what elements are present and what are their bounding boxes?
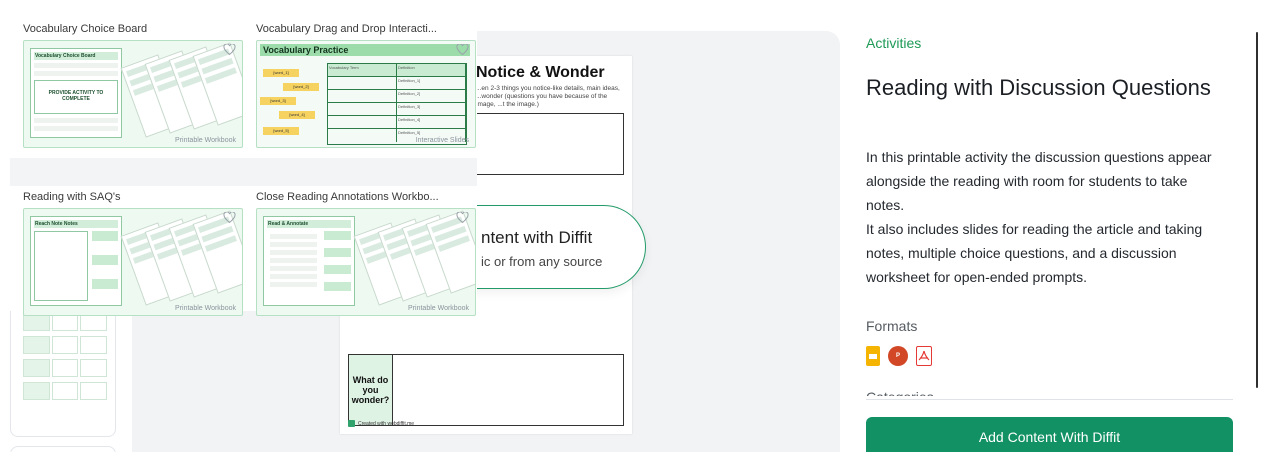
formats-label: Formats	[866, 318, 918, 334]
template-type: Printable Workbook	[175, 137, 236, 144]
table-header: Definition	[397, 64, 466, 76]
template-card[interactable]: Close Reading Annotations Workbo... Read…	[256, 190, 476, 316]
template-card[interactable]: Reading with SAQ's Reach Note Notes Prin…	[23, 190, 243, 316]
template-card[interactable]: Vocabulary Choice Board Vocabulary Choic…	[23, 22, 243, 148]
thumbnail-heading: Read & Annotate	[267, 220, 351, 228]
callout-title: ntent with Diffit	[481, 228, 593, 247]
table-cell: Definition_4]	[397, 116, 466, 128]
table-cell: Definition_1]	[397, 77, 466, 89]
template-card-title: Vocabulary Drag and Drop Interacti...	[256, 23, 437, 35]
word-chip: [word_5]	[263, 127, 299, 135]
template-card-title: Close Reading Annotations Workbo...	[256, 191, 439, 203]
heart-icon[interactable]	[456, 212, 469, 223]
categories-label: Categories	[866, 386, 1226, 396]
template-card-title: Reading with SAQ's	[23, 191, 121, 203]
template-thumbnail: Vocabulary Choice Board PROVIDE ACTIVITY…	[23, 40, 243, 148]
format-icons: P	[866, 346, 932, 366]
thumbnail-document: Reach Note Notes	[30, 216, 122, 306]
wonder-label: What do you wonder?	[349, 355, 393, 425]
word-chip: [word_2]	[283, 83, 319, 91]
template-thumbnail: Vocabulary Practice [word_1] [word_2] [w…	[256, 40, 476, 148]
description-paragraph: In this printable activity the discussio…	[866, 149, 1212, 213]
thumbnail-rail-item[interactable]	[10, 446, 116, 452]
thumbnail-heading: Reach Note Notes	[34, 220, 118, 228]
scrollbar[interactable]	[1256, 32, 1258, 388]
notice-box	[474, 113, 624, 175]
divider	[866, 399, 1233, 400]
table-cell: Definition_3]	[397, 103, 466, 115]
thumbnail-preview	[23, 313, 109, 405]
category-eyebrow: Activities	[866, 35, 922, 51]
thumbnail-table: Vocabulary Term Definition Definition_1] …	[327, 63, 467, 145]
heart-icon[interactable]	[223, 212, 236, 223]
thumbnail-document: Vocabulary Choice Board PROVIDE ACTIVITY…	[30, 48, 122, 138]
template-grid: Vocabulary Choice Board Vocabulary Choic…	[10, 10, 477, 316]
diffit-logo-icon	[348, 420, 355, 427]
word-chip: [word_3]	[260, 97, 296, 105]
activity-title: Reading with Discussion Questions	[866, 75, 1211, 100]
worksheet-footer: Created with webdiffit.me	[348, 420, 414, 427]
heart-icon[interactable]	[456, 44, 469, 55]
thumbnail-heading: Vocabulary Choice Board	[34, 52, 118, 60]
thumbnail-center-note: PROVIDE ACTIVITY TO COMPLETE	[34, 80, 118, 114]
word-chip: [word_4]	[279, 111, 315, 119]
worksheet-footer-text: Created with webdiffit.me	[358, 420, 415, 427]
activity-description: In this printable activity the discussio…	[866, 145, 1226, 289]
thumbnail-document: Read & Annotate	[263, 216, 355, 306]
wonder-box: What do you wonder?	[348, 354, 624, 426]
description-paragraph: It also includes slides for reading the …	[866, 221, 1203, 285]
add-content-button[interactable]: Add Content With Diffit	[866, 417, 1233, 452]
template-type: Interactive Slides	[415, 137, 469, 144]
template-type: Printable Workbook	[408, 305, 469, 312]
template-type: Printable Workbook	[175, 305, 236, 312]
template-card[interactable]: Vocabulary Drag and Drop Interacti... Vo…	[256, 22, 476, 148]
table-cell: Definition_2]	[397, 90, 466, 102]
powerpoint-icon: P	[888, 346, 908, 366]
thumbnail-heading: Vocabulary Practice	[260, 44, 470, 56]
word-chip: [word_1]	[263, 69, 299, 77]
table-header: Vocabulary Term	[328, 64, 397, 76]
template-thumbnail: Read & Annotate Printable Workbook	[256, 208, 476, 316]
worksheet-title: Notice & Wonder	[476, 64, 605, 81]
worksheet-instructions: ...en 2-3 things you notice-like details…	[476, 85, 620, 108]
pdf-icon	[916, 346, 932, 366]
grid-divider	[10, 158, 477, 186]
heart-icon[interactable]	[223, 44, 236, 55]
google-slides-icon	[866, 346, 880, 366]
template-thumbnail: Reach Note Notes Printable Workbook	[23, 208, 243, 316]
callout-subtitle: ic or from any source	[481, 254, 603, 269]
thumbnail-rail-item[interactable]	[10, 300, 116, 437]
template-card-title: Vocabulary Choice Board	[23, 23, 148, 35]
